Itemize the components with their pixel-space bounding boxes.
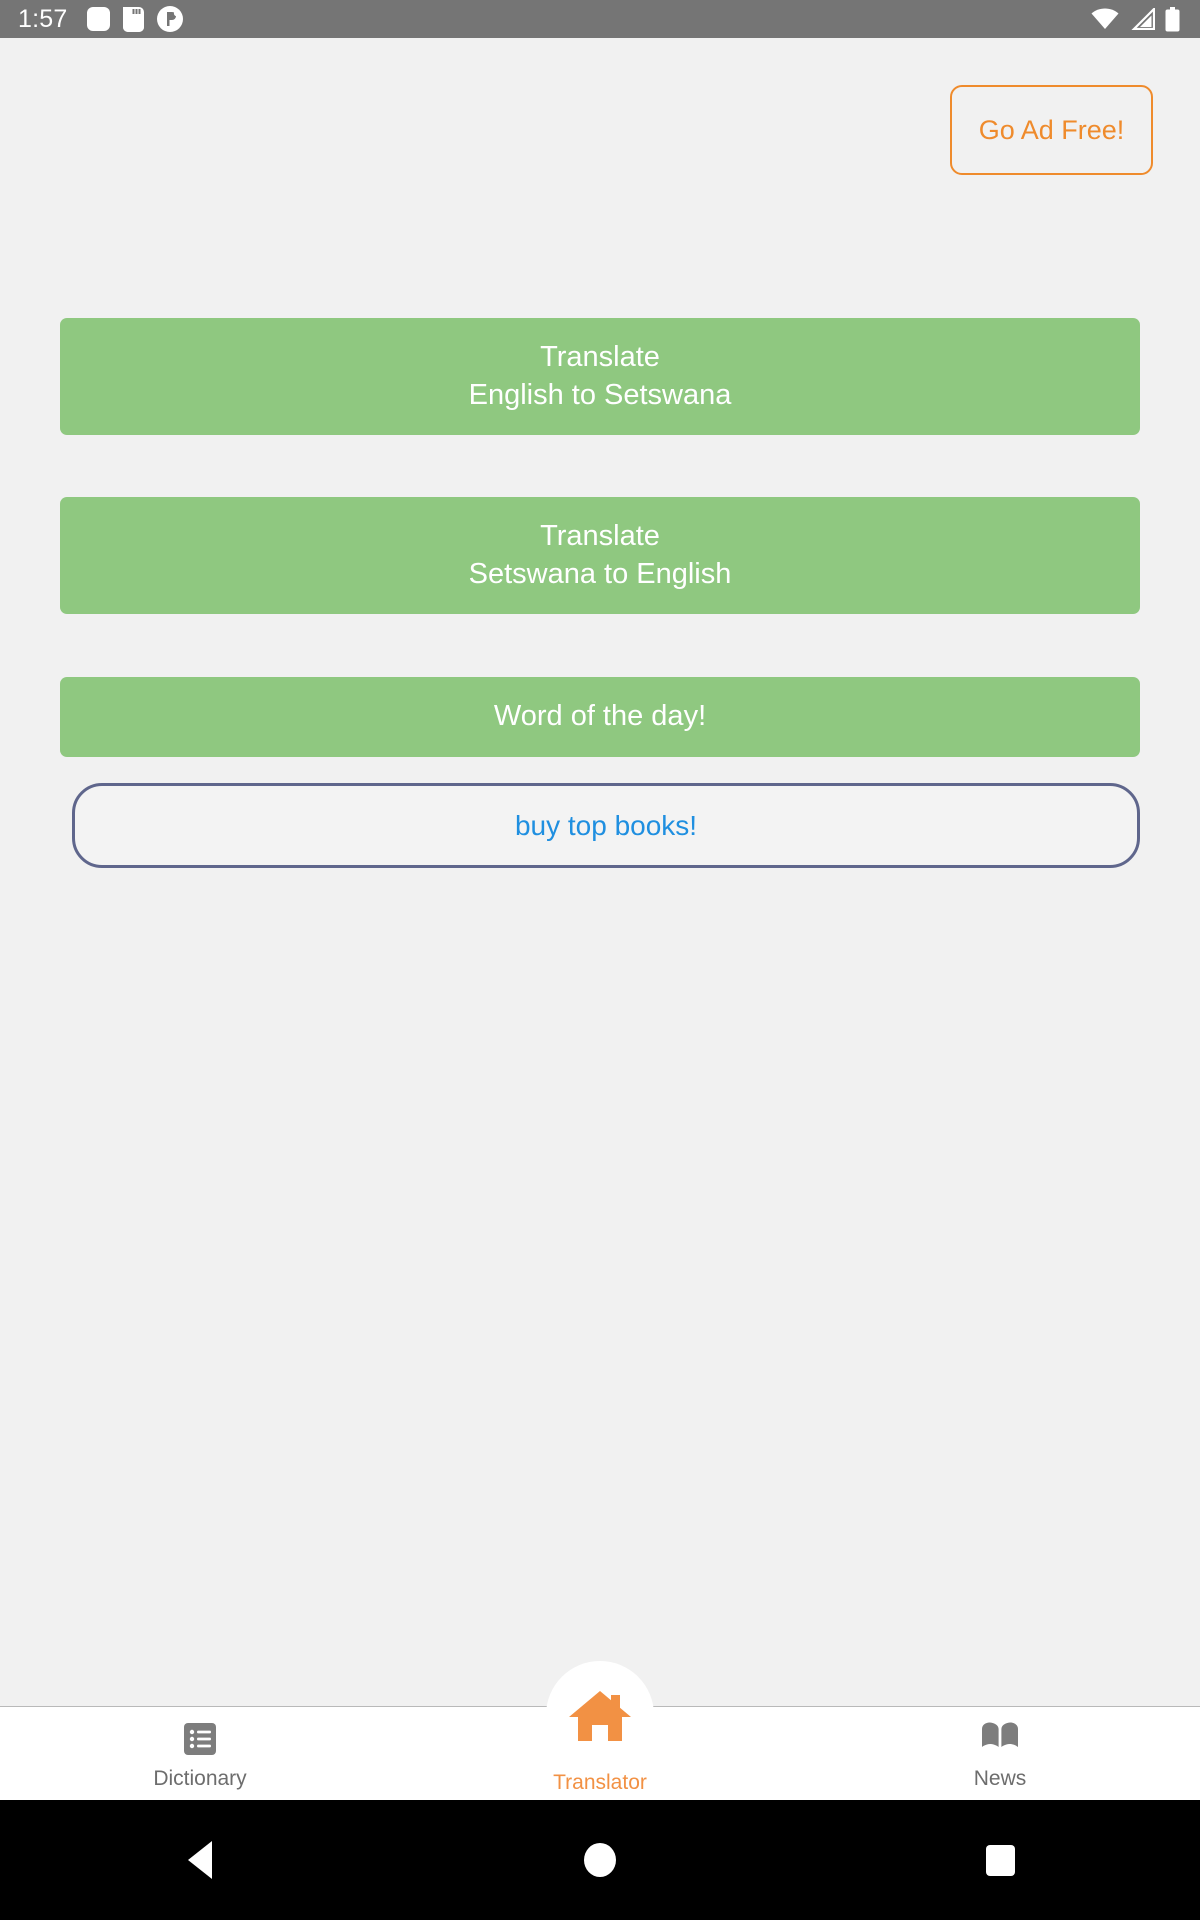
tab-label-news: News — [973, 1767, 1027, 1790]
translate-english-to-setswana-button[interactable]: Translate English to Setswana — [60, 318, 1140, 435]
translator-tab-notch — [546, 1661, 654, 1769]
android-navigation-bar — [0, 1800, 1200, 1920]
rounded-square-icon — [87, 7, 111, 31]
home-button[interactable] — [400, 1800, 800, 1920]
sd-card-icon — [123, 6, 145, 32]
top-bar: Go Ad Free! — [0, 38, 1200, 188]
cellular-signal-icon — [1131, 8, 1155, 30]
recents-button[interactable] — [800, 1800, 1200, 1920]
button-line-1: Word of the day! — [493, 700, 707, 733]
tab-label-dictionary: Dictionary — [153, 1767, 247, 1790]
buy-top-books-button[interactable]: buy top books! — [72, 783, 1140, 868]
button-line-2: Setswana to English — [468, 557, 732, 590]
battery-icon — [1165, 6, 1180, 31]
tab-label-translator: Translator — [553, 1771, 647, 1794]
button-line-2: English to Setswana — [468, 378, 732, 411]
tab-news[interactable]: News — [800, 1707, 1200, 1800]
status-bar-system-icons — [1091, 6, 1186, 32]
go-ad-free-button[interactable]: Go Ad Free! — [950, 85, 1153, 175]
bottom-tab-bar: Dictionary Translator News — [0, 1661, 1200, 1800]
status-bar-clock: 1:57 — [18, 4, 68, 33]
button-line-1: Translate — [540, 341, 660, 374]
button-line-1: Translate — [540, 520, 660, 553]
tab-dictionary[interactable]: Dictionary — [0, 1707, 400, 1800]
word-of-the-day-button[interactable]: Word of the day! — [60, 677, 1140, 757]
tab-translator[interactable]: Translator — [400, 1661, 800, 1800]
status-bar: 1:57 — [0, 0, 1200, 38]
translate-setswana-to-english-button[interactable]: Translate Setswana to English — [60, 497, 1140, 614]
book-icon — [980, 1719, 1020, 1759]
wifi-icon — [1091, 8, 1119, 29]
status-bar-notification-icons — [87, 6, 184, 32]
list-icon — [181, 1719, 219, 1759]
home-icon — [569, 1691, 631, 1741]
app-circle-icon — [157, 6, 184, 32]
back-button[interactable] — [0, 1800, 400, 1920]
